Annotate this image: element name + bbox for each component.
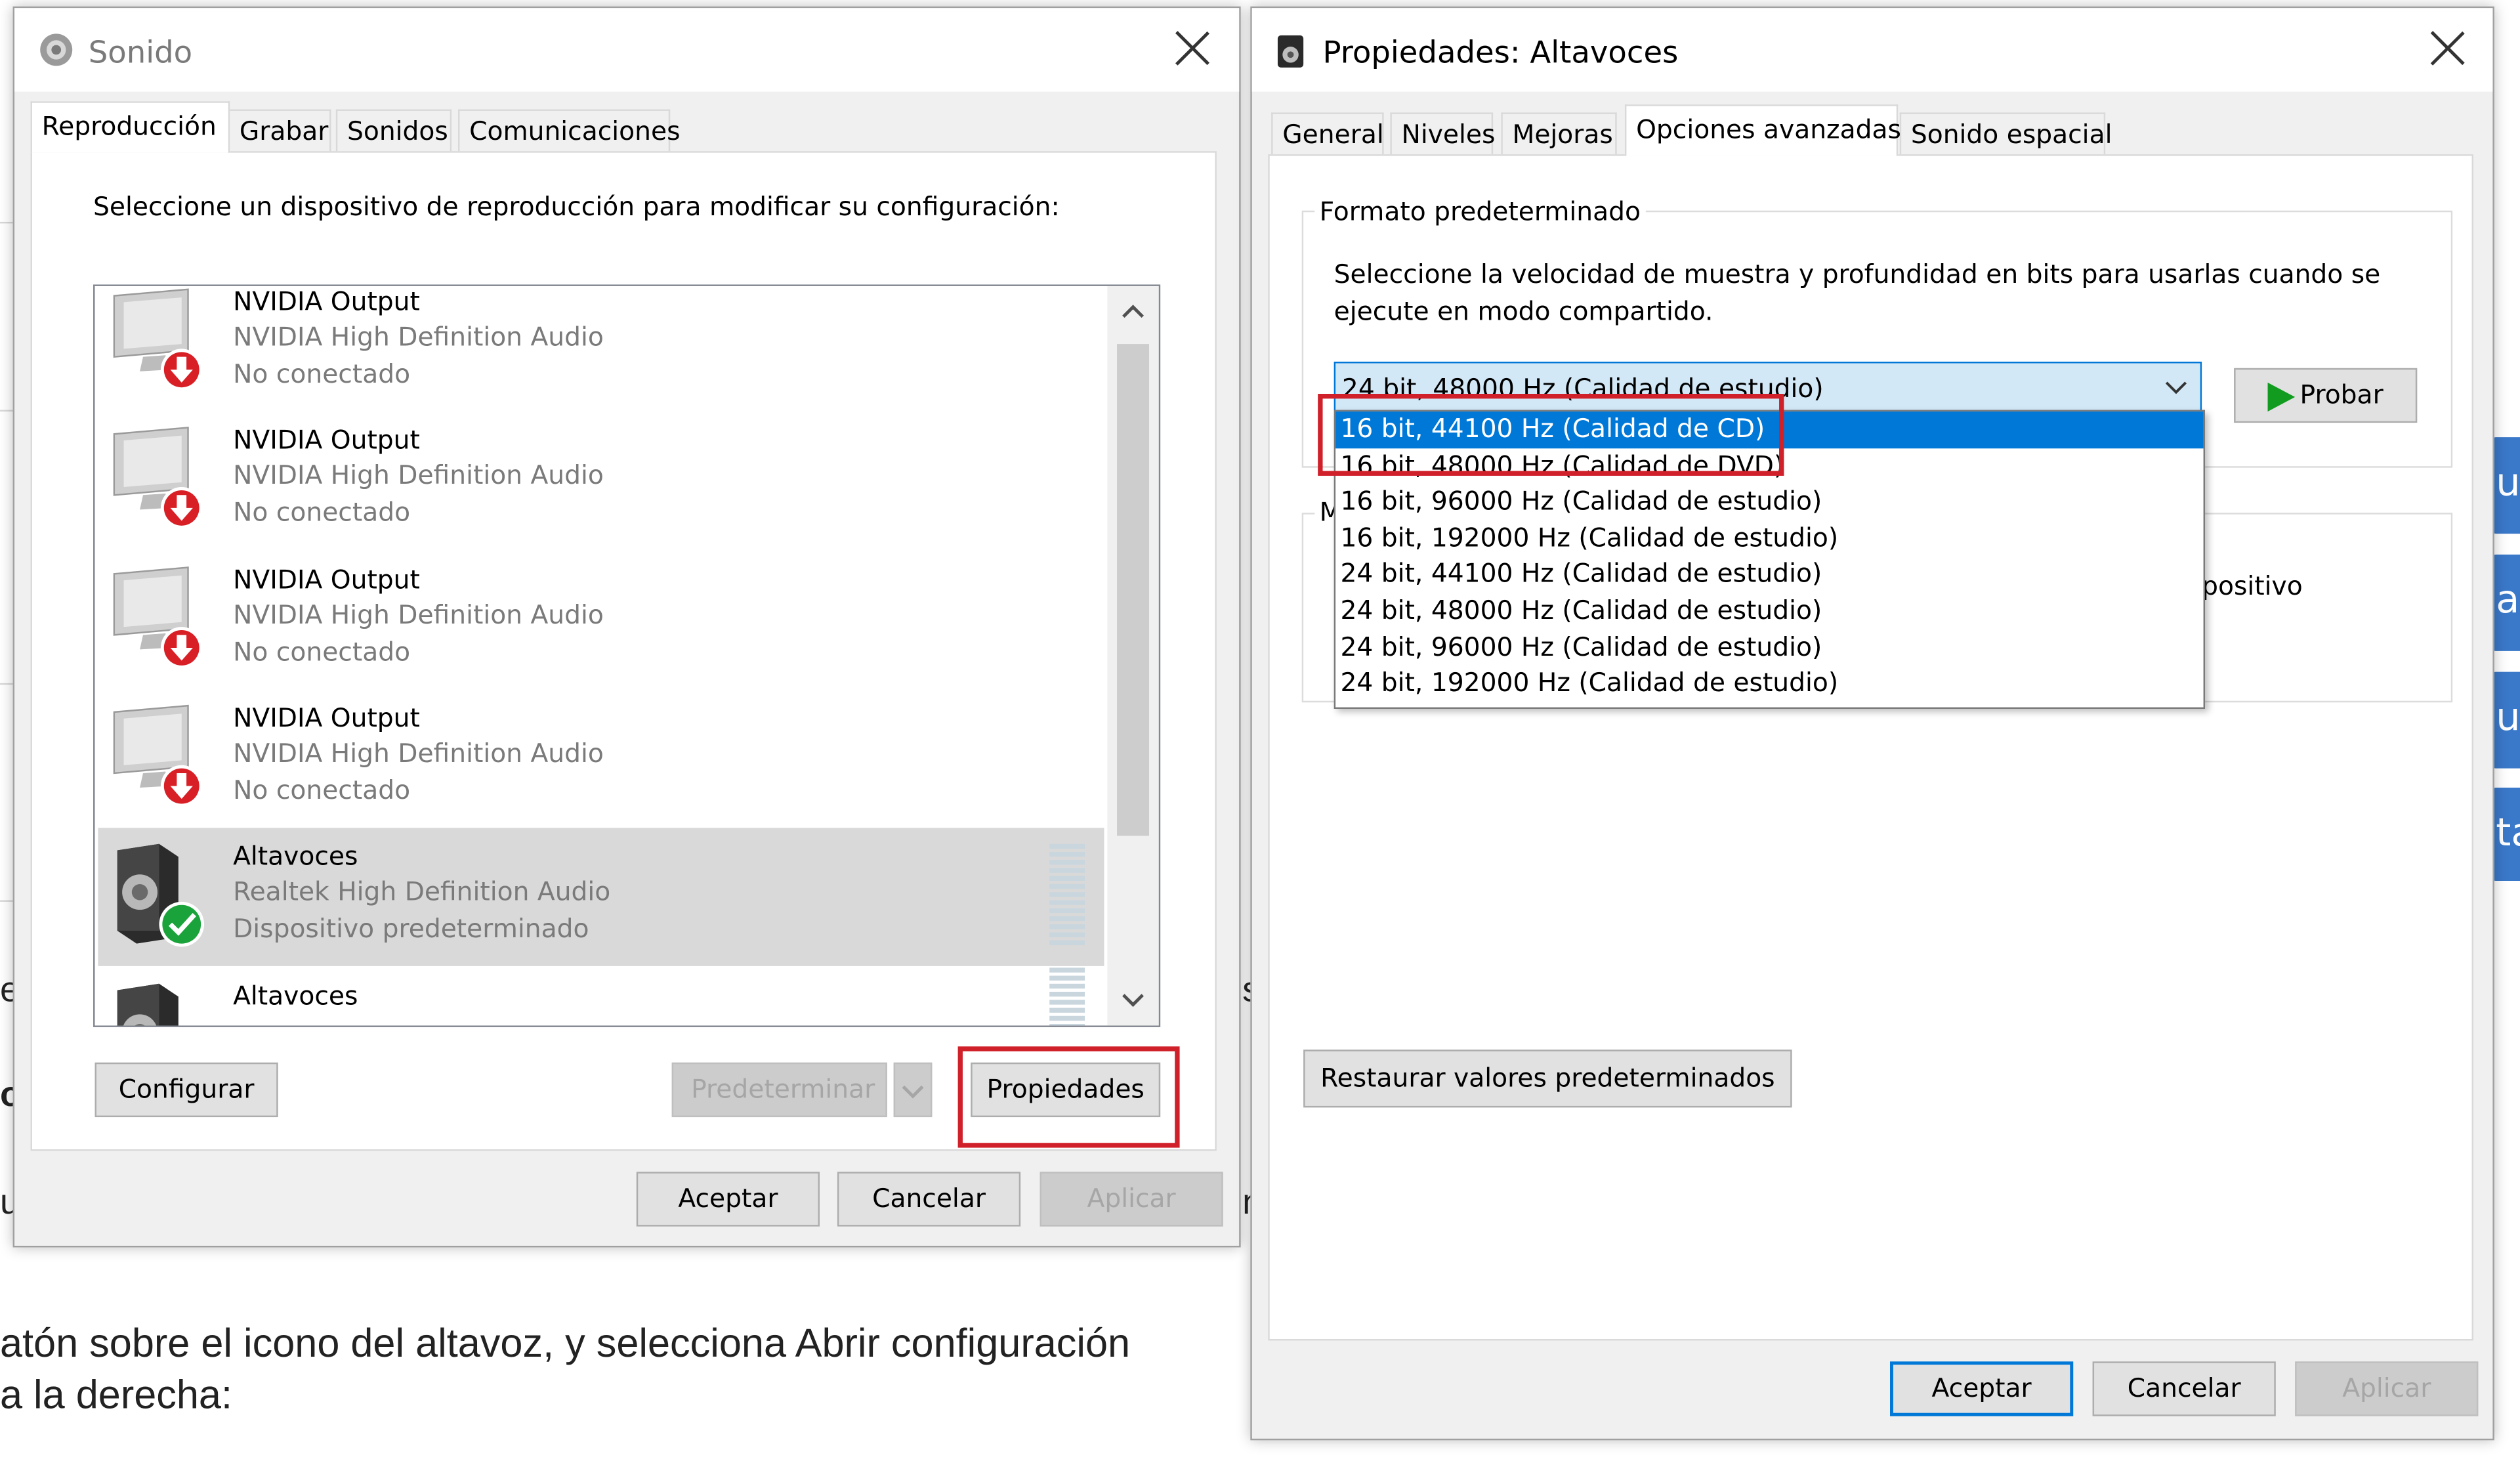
restaurar-button[interactable]: Restaurar valores predeterminados <box>1303 1050 1792 1108</box>
chevron-down-icon[interactable] <box>2165 379 2187 395</box>
aplicar-button[interactable]: Aplicar <box>2295 1361 2479 1416</box>
format-option[interactable]: 24 bit, 96000 Hz (Calidad de estudio) <box>1335 629 2203 666</box>
tab-reproduccion[interactable]: Reproducción <box>30 101 230 153</box>
bg-article-line: a la derecha: <box>0 1372 232 1418</box>
device-name: Altavoces <box>233 841 358 872</box>
tab-grabar[interactable]: Grabar <box>228 109 331 153</box>
window-title: Propiedades: Altavoces <box>1322 35 1679 71</box>
close-icon[interactable] <box>2428 29 2467 68</box>
speaker-icon <box>117 983 178 1026</box>
chevron-down-icon <box>902 1085 924 1099</box>
tab-opciones-avanzadas[interactable]: Opciones avanzadas <box>1624 104 1901 156</box>
advanced-panel: Formato predeterminado Seleccione la vel… <box>1268 154 2474 1341</box>
predeterminar-button[interactable]: Predeterminar <box>671 1062 887 1118</box>
tab-niveles[interactable]: Niveles <box>1390 112 1495 156</box>
format-dropdown-list[interactable]: 16 bit, 44100 Hz (Calidad de CD) 16 bit, … <box>1334 410 2206 710</box>
scroll-thumb[interactable] <box>1117 344 1150 836</box>
device-name: Altavoces <box>233 979 358 1011</box>
play-icon <box>2267 382 2296 412</box>
scroll-up-icon[interactable] <box>1120 299 1146 325</box>
device-name: NVIDIA Output <box>233 286 420 317</box>
tab-comunicaciones[interactable]: Comunicaciones <box>457 109 681 153</box>
bg-side-tab[interactable]: a <box>2490 554 2520 651</box>
device-row[interactable]: Altavoces Realtek High Definition Audio Di… <box>98 828 1104 967</box>
probar-label: Probar <box>2300 379 2384 410</box>
propiedades-button[interactable]: Propiedades <box>971 1062 1161 1118</box>
device-driver: NVIDIA High Definition Audio <box>233 321 604 352</box>
device-driver: Realtek High Definition Audio <box>233 876 611 907</box>
scrollbar[interactable] <box>1107 286 1159 1026</box>
cancelar-button[interactable]: Cancelar <box>2092 1361 2276 1416</box>
close-icon[interactable] <box>1173 29 1212 68</box>
format-option[interactable]: 16 bit, 192000 Hz (Calidad de estudio) <box>1335 520 2203 557</box>
propiedades-window: Propiedades: Altavoces General Niveles M… <box>1250 6 2494 1441</box>
device-row[interactable]: NVIDIA Output NVIDIA High Definition Audi… <box>98 689 1104 828</box>
instruction-text: Seleccione un dispositivo de reproducció… <box>93 191 1060 222</box>
device-name: NVIDIA Output <box>233 425 420 456</box>
format-option[interactable]: 24 bit, 192000 Hz (Calidad de estudio) <box>1335 666 2203 702</box>
device-status: No conectado <box>233 358 411 389</box>
monitor-disconnected-icon <box>113 704 203 807</box>
tab-sonido-espacial[interactable]: Sonido espacial <box>1899 112 2112 156</box>
bg-article-line: atón sobre el icono del altavoz, y selec… <box>0 1321 1131 1367</box>
cancelar-button[interactable]: Cancelar <box>837 1172 1021 1227</box>
device-status: Dispositivo predeterminado <box>233 913 589 945</box>
device-status: No conectado <box>233 775 411 805</box>
device-row[interactable]: NVIDIA Output NVIDIA High Definition Audi… <box>98 412 1104 551</box>
device-status: No conectado <box>233 635 411 667</box>
speaker-app-icon <box>40 33 73 66</box>
monitor-disconnected-icon <box>113 427 203 530</box>
speaker-device-icon <box>1277 35 1304 68</box>
description-line: ejecute en modo compartido. <box>1334 295 1713 327</box>
group-title: Formato predeterminado <box>1314 196 1646 227</box>
probar-button[interactable]: Probar <box>2234 368 2418 423</box>
volume-level-meter <box>1049 844 1085 948</box>
aceptar-button[interactable]: Aceptar <box>1890 1361 2074 1416</box>
device-driver: NVIDIA High Definition Audio <box>233 460 604 491</box>
propiedades-titlebar: Propiedades: Altavoces <box>1251 8 2493 92</box>
bg-side-tab[interactable]: ta <box>2490 788 2520 881</box>
window-title: Sonido <box>88 35 193 71</box>
tab-mejoras[interactable]: Mejoras <box>1501 112 1617 156</box>
hidden-text-fragment: positivo <box>2202 570 2303 601</box>
screen: atón sobre el icono del altavoz, y selec… <box>0 0 2520 1464</box>
device-row[interactable]: NVIDIA Output NVIDIA High Definition Audi… <box>98 551 1104 689</box>
device-name: NVIDIA Output <box>233 702 420 733</box>
bg-article-text: atón sobre el icono del altavoz, y selec… <box>0 1318 1130 1421</box>
device-name: NVIDIA Output <box>233 563 420 595</box>
format-description: Seleccione la velocidad de muestra y pro… <box>1334 255 2381 329</box>
format-option[interactable]: 24 bit, 44100 Hz (Calidad de estudio) <box>1335 557 2203 593</box>
device-driver: NVIDIA High Definition Audio <box>233 599 604 630</box>
format-option[interactable]: 16 bit, 96000 Hz (Calidad de estudio) <box>1335 484 2203 520</box>
bg-side-tab[interactable]: u <box>2490 671 2520 769</box>
configurar-button[interactable]: Configurar <box>94 1062 278 1118</box>
device-list[interactable]: NVIDIA Output NVIDIA High Definition Audi… <box>93 284 1161 1027</box>
format-option[interactable]: 24 bit, 48000 Hz (Calidad de estudio) <box>1335 593 2203 629</box>
predeterminar-dropdown[interactable] <box>893 1062 933 1118</box>
format-option[interactable]: 16 bit, 48000 Hz (Calidad de DVD) <box>1335 448 2203 484</box>
monitor-disconnected-icon <box>113 566 203 668</box>
aceptar-button[interactable]: Aceptar <box>636 1172 820 1227</box>
volume-level-meter <box>1049 967 1085 1026</box>
tab-general[interactable]: General <box>1271 112 1384 156</box>
bg-side-tab[interactable]: u <box>2490 437 2520 534</box>
sonido-titlebar: Sonido <box>14 8 1240 92</box>
format-option[interactable]: 16 bit, 44100 Hz (Calidad de CD) <box>1335 411 2204 448</box>
tab-sonidos[interactable]: Sonidos <box>335 109 452 153</box>
speaker-default-icon <box>117 844 205 947</box>
device-driver: NVIDIA High Definition Audio <box>233 737 604 769</box>
aplicar-button[interactable]: Aplicar <box>1040 1172 1223 1227</box>
playback-panel: Seleccione un dispositivo de reproducció… <box>30 151 1217 1151</box>
format-select[interactable]: 24 bit, 48000 Hz (Calidad de estudio) <box>1334 362 2202 412</box>
description-line: Seleccione la velocidad de muestra y pro… <box>1334 259 2381 289</box>
device-row[interactable]: NVIDIA Output NVIDIA High Definition Audi… <box>98 286 1104 412</box>
device-status: No conectado <box>233 497 411 528</box>
scroll-down-icon[interactable] <box>1120 987 1146 1013</box>
sonido-window: Sonido Reproducción Grabar Sonidos Comun… <box>12 6 1241 1248</box>
format-select-value: 24 bit, 48000 Hz (Calidad de estudio) <box>1341 373 1824 404</box>
monitor-disconnected-icon <box>113 288 203 391</box>
device-row[interactable]: Altavoces <box>98 967 1104 1026</box>
